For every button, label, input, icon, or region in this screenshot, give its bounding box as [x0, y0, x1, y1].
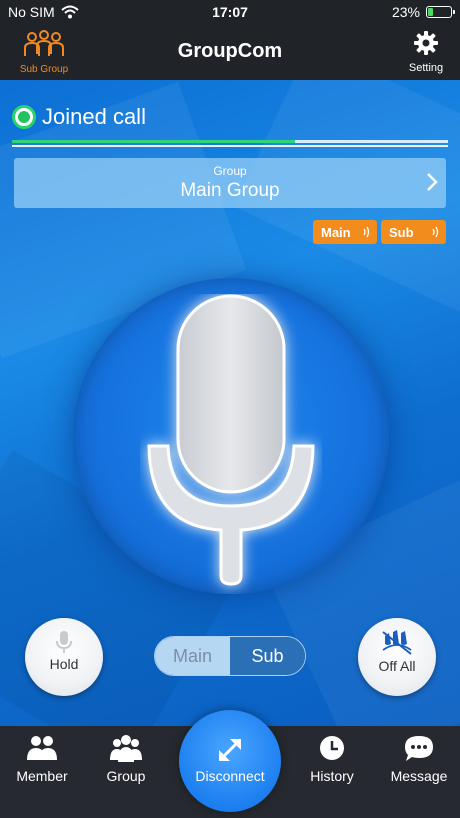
tab-member-label: Member — [16, 768, 68, 784]
group-name: Main Group — [180, 180, 280, 201]
gear-icon — [414, 31, 438, 55]
status-right: 23% — [391, 4, 455, 20]
nav-bar: Sub Group GroupCom Setting — [0, 26, 460, 80]
group-icon — [110, 735, 142, 762]
status-indicator — [12, 105, 36, 129]
hold-label: Hold — [49, 656, 79, 672]
level-fill — [12, 140, 296, 143]
app-title: GroupCom — [177, 40, 283, 62]
tab-history[interactable]: History — [296, 734, 368, 784]
setting-button[interactable]: Setting — [404, 30, 448, 74]
call-status-text: Joined call — [42, 104, 146, 129]
sub-badge-label: Sub — [389, 224, 414, 240]
off-all-button[interactable]: Off All — [358, 618, 436, 696]
off-all-label: Off All — [378, 658, 416, 674]
tab-member[interactable]: Member — [6, 734, 78, 784]
members-icon — [27, 736, 57, 760]
group-selector[interactable]: Group Main Group — [14, 158, 446, 208]
microphone-small-icon — [56, 631, 72, 653]
main-badge[interactable]: Main — [313, 220, 377, 244]
sub-badge[interactable]: Sub — [381, 220, 446, 244]
disconnect-button[interactable]: Disconnect — [179, 710, 281, 812]
tab-message[interactable]: Message — [383, 734, 455, 784]
channel-segment: Main Sub — [154, 636, 306, 676]
audio-level-bar — [12, 140, 448, 147]
sound-wave-icon — [432, 226, 439, 238]
sub-group-label: Sub Group — [19, 64, 69, 75]
tab-history-label: History — [310, 768, 354, 784]
segment-main[interactable]: Main — [155, 637, 230, 675]
sound-wave-icon — [363, 226, 370, 238]
disconnect-label: Disconnect — [195, 768, 265, 784]
clock-icon — [320, 736, 344, 760]
tab-group-label: Group — [106, 768, 146, 784]
tab-message-label: Message — [390, 768, 448, 784]
chevron-right-icon — [427, 173, 438, 191]
status-bar: No SIM 17:07 23% — [0, 0, 460, 26]
level-underline — [12, 145, 448, 147]
tab-group[interactable]: Group — [90, 734, 162, 784]
hold-button[interactable]: Hold — [25, 618, 103, 696]
chat-bubble-icon — [405, 736, 433, 761]
speaker-off-icon — [382, 630, 412, 655]
battery-fill — [428, 8, 433, 16]
main-area: Joined call Group Main Group Main Sub Ho… — [0, 80, 460, 726]
microphone-icon — [147, 294, 315, 586]
group-caption: Group — [213, 164, 247, 178]
segment-sub[interactable]: Sub — [230, 637, 305, 675]
battery-percent: 23% — [391, 4, 420, 20]
setting-label: Setting — [408, 62, 444, 74]
arrows-diagonal-icon — [218, 738, 242, 762]
battery-icon — [426, 6, 455, 18]
main-badge-label: Main — [321, 224, 351, 240]
call-status: Joined call — [12, 104, 146, 130]
